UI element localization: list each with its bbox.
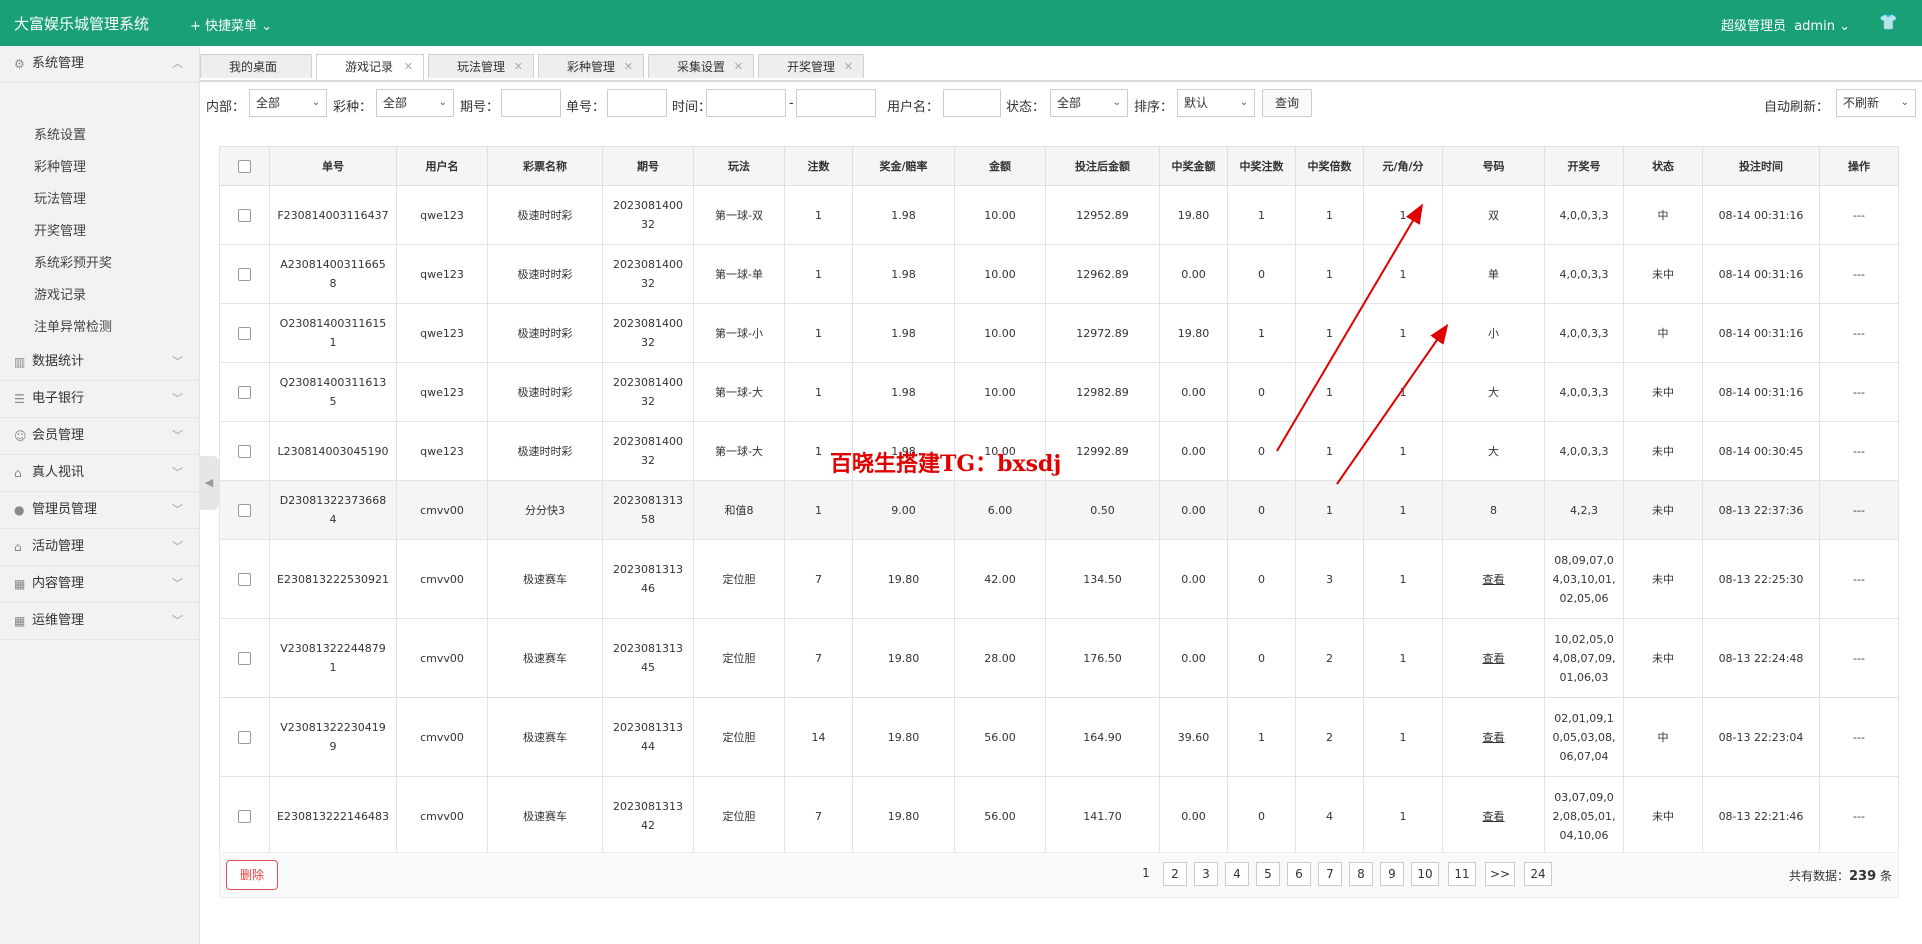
watermark-text: 百晓生搭建TG：bxsdj: [830, 451, 1062, 477]
annotation-arrow: [1336, 323, 1449, 485]
annotation-arrow: [1276, 203, 1424, 452]
